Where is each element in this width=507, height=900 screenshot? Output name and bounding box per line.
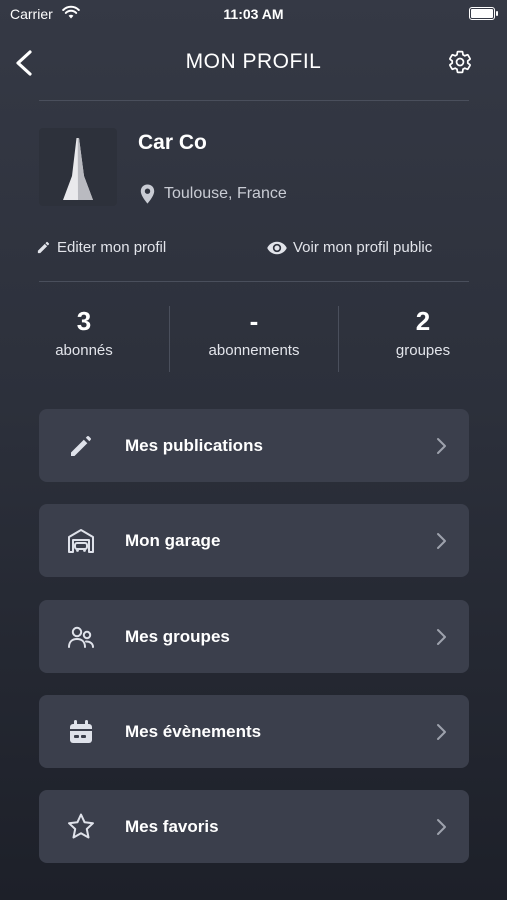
map-pin-icon — [140, 184, 155, 204]
calendar-icon — [70, 720, 92, 743]
menu-item-label: Mes groupes — [125, 627, 230, 646]
stat-value: 2 — [415, 306, 431, 336]
menu-item-label: Mes favoris — [125, 817, 219, 836]
edit-profile-link[interactable]: Editer mon profil — [36, 239, 166, 256]
chevron-right-icon — [437, 819, 446, 835]
stat-divider — [338, 306, 339, 372]
menu-item-events[interactable]: Mes évènements — [39, 695, 469, 768]
users-icon — [68, 626, 94, 648]
view-public-profile-label: Voir mon profil public — [293, 239, 433, 256]
stat-value: - — [249, 306, 259, 336]
gear-icon — [449, 50, 471, 74]
profile-divider — [39, 281, 469, 282]
menu-item-publications[interactable]: Mes publications — [39, 409, 469, 482]
eye-icon — [267, 241, 287, 254]
menu-item-label: Mon garage — [125, 531, 221, 550]
stat-label: abonnés — [55, 342, 113, 359]
profile-location: Toulouse, France — [140, 184, 287, 204]
page-title: MON PROFIL — [185, 50, 322, 73]
stat-label: abonnements — [208, 342, 300, 359]
chevron-right-icon — [437, 724, 446, 740]
logo-spire-icon — [63, 138, 93, 200]
chevron-right-icon — [437, 533, 446, 549]
pencil-icon — [71, 436, 91, 456]
pencil-icon — [37, 241, 50, 254]
menu-item-groups[interactable]: Mes groupes — [39, 600, 469, 673]
garage-icon — [68, 529, 94, 553]
edit-profile-label: Editer mon profil — [57, 239, 167, 256]
header-divider — [39, 100, 469, 101]
chevron-right-icon — [437, 438, 446, 454]
star-icon — [68, 813, 94, 839]
settings-button[interactable] — [447, 49, 473, 75]
battery-icon — [469, 7, 498, 20]
chevron-right-icon — [437, 629, 446, 645]
stat-followers[interactable]: 3 abonnés — [19, 304, 149, 359]
status-bar: Carrier 11:03 AM — [0, 0, 507, 28]
avatar — [39, 128, 117, 206]
menu-item-label: Mes évènements — [125, 722, 262, 741]
view-public-profile-link[interactable]: Voir mon profil public — [267, 239, 432, 256]
stat-groups[interactable]: 2 groupes — [358, 304, 488, 359]
location-label: Toulouse, France — [164, 185, 287, 202]
stat-following[interactable]: - abonnements — [189, 304, 319, 359]
status-time: 11:03 AM — [223, 6, 284, 22]
menu-item-label: Mes publications — [125, 436, 263, 455]
header: MON PROFIL — [0, 40, 507, 86]
menu-item-favorites[interactable]: Mes favoris — [39, 790, 469, 863]
menu-item-garage[interactable]: Mon garage — [39, 504, 469, 577]
stat-label: groupes — [395, 342, 451, 359]
profile-name: Car Co — [138, 131, 207, 154]
stats-row: 3 abonnés - abonnements 2 groupes — [0, 304, 507, 372]
stat-divider — [169, 306, 170, 372]
stat-value: 3 — [76, 306, 92, 336]
